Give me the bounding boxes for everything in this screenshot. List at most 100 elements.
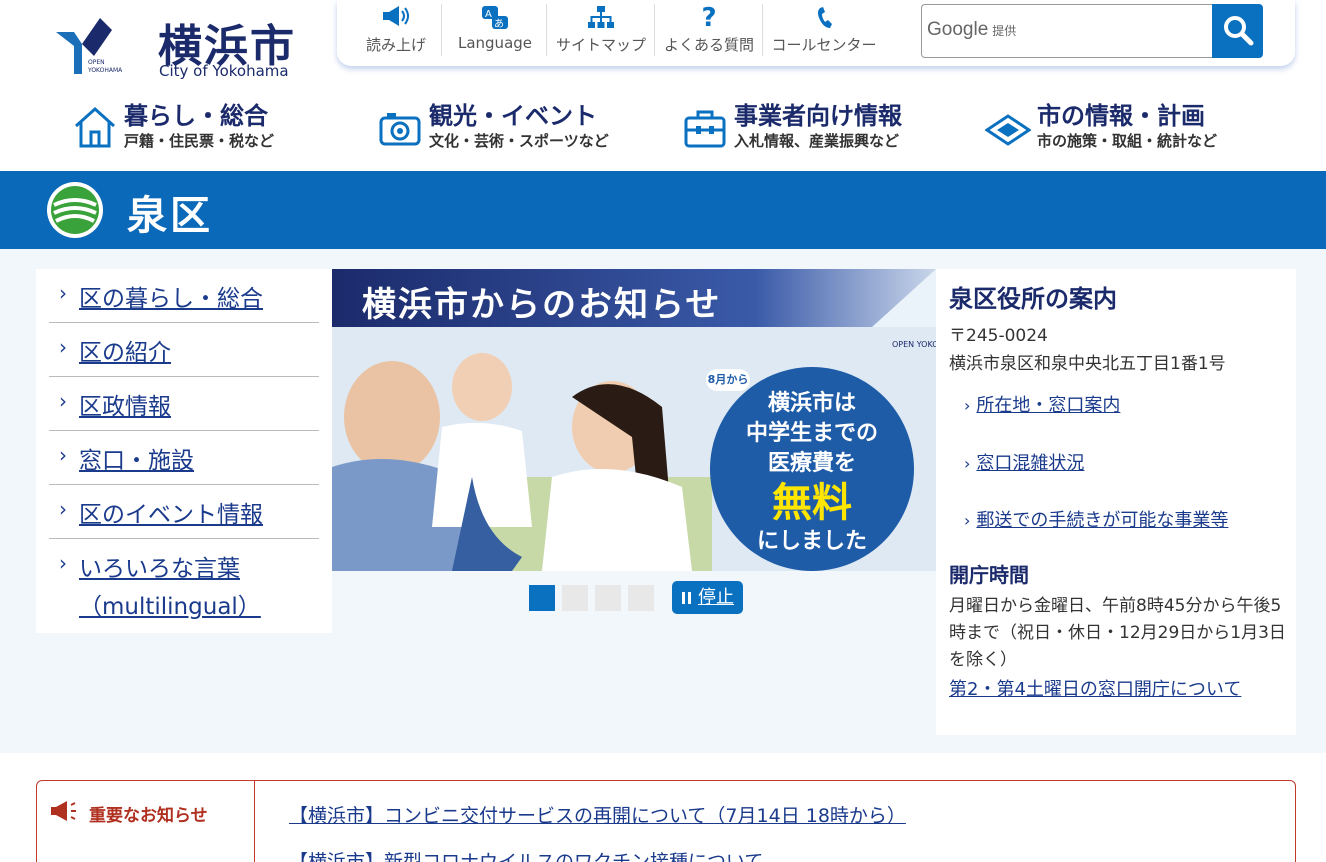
faq-button[interactable]: ? よくある質問 [659, 0, 759, 60]
carousel-logo: OPEN YOKOHAMA [892, 340, 936, 349]
carousel-stop-button[interactable]: 停止 [672, 581, 743, 614]
ward-office-info: 泉区役所の案内 〒245-0024 横浜市泉区和泉中央北五丁目1番1号 › 所在地… [936, 269, 1296, 735]
ward-menu-link[interactable]: 窓口・施設 [79, 441, 194, 481]
sitemap-button[interactable]: サイトマップ [551, 0, 651, 60]
svg-text:A: A [485, 9, 492, 20]
house-icon [74, 106, 116, 148]
ward-name: 泉区 [127, 193, 213, 239]
ward-menu: › 区の暮らし・総合 › 区の紹介 › 区政情報 › 窓口・施設 › 区のイベン… [36, 269, 332, 633]
search-icon [1223, 15, 1253, 45]
office-link-location[interactable]: › 所在地・窓口案内 [964, 391, 1120, 417]
svg-text:YOKOHAMA: YOKOHAMA [87, 67, 123, 74]
chevron-right-icon: › [59, 389, 67, 413]
language-button[interactable]: Aあ Language [447, 0, 543, 60]
chevron-right-icon: › [59, 335, 67, 359]
news-carousel[interactable]: 横浜市からのお知らせ OPEN YOKOHAMA 8月から 横浜市は 中学生まで… [332, 269, 936, 571]
nav-tourism[interactable]: 観光・イベント 文化・芸術・スポーツなど [377, 94, 637, 158]
nav-living[interactable]: 暮らし・総合 戸籍・住民票・税など [72, 94, 322, 158]
chevron-right-icon: › [59, 443, 67, 467]
nav-business-sub: 入札情報、産業振興など [734, 132, 900, 150]
read-aloud-button[interactable]: 読み上げ [351, 0, 441, 60]
call-center-button[interactable]: コールセンター [767, 0, 881, 60]
ward-menu-item-events[interactable]: › 区のイベント情報 [49, 485, 319, 539]
faq-label: よくある質問 [663, 36, 754, 54]
carousel-dot-4[interactable] [628, 585, 654, 611]
ward-menu-link[interactable]: 区政情報 [79, 387, 171, 427]
ward-menu-item-government[interactable]: › 区政情報 [49, 377, 319, 431]
office-link-congestion[interactable]: › 窓口混雑状況 [964, 449, 1084, 475]
briefcase-icon [684, 110, 726, 148]
nav-city-info-title: 市の情報・計画 [1037, 102, 1205, 130]
megaphone-icon [51, 801, 76, 821]
badge-free: 無料 [772, 480, 852, 526]
office-title: 泉区役所の案内 [949, 285, 1117, 313]
office-link-postal-procedures[interactable]: › 郵送での手続きが可能な事業等 [964, 506, 1228, 532]
ward-menu-item-intro[interactable]: › 区の紹介 [49, 323, 319, 377]
logo-english: City of Yokohama [159, 62, 289, 80]
carousel-stop-label: 停止 [698, 587, 734, 608]
ward-menu-link-sub[interactable]: （multilingual） [79, 587, 261, 627]
nav-city-info[interactable]: 市の情報・計画 市の施策・取組・統計など [985, 94, 1245, 158]
search-button[interactable] [1212, 4, 1263, 58]
diamond-icon [985, 114, 1031, 146]
ward-menu-link[interactable]: 区の紹介 [79, 333, 171, 373]
carousel-dot-3[interactable] [595, 585, 621, 611]
svg-text:OPEN: OPEN [88, 59, 105, 66]
nav-city-info-sub: 市の施策・取組・統計など [1037, 132, 1218, 150]
carousel-dot-1[interactable] [529, 585, 555, 611]
language-icon: Aあ [447, 0, 543, 34]
badge-tag: 8月から [706, 369, 750, 391]
ward-emblem-icon [47, 182, 103, 238]
carousel-heading: 横浜市からのお知らせ [362, 285, 722, 325]
question-icon: ? [701, 3, 717, 33]
important-notice: 重要なお知らせ 【横浜市】コンビニ交付サービスの再開について（7月14日 18時… [36, 780, 1296, 862]
chevron-right-icon: › [964, 511, 971, 530]
nav-business-title: 事業者向け情報 [734, 102, 902, 130]
ward-menu-link[interactable]: 区のイベント情報 [79, 495, 263, 535]
nav-living-sub: 戸籍・住民票・税など [124, 132, 275, 150]
main-content: › 区の暮らし・総合 › 区の紹介 › 区政情報 › 窓口・施設 › 区のイベン… [0, 249, 1326, 753]
nav-tourism-title: 観光・イベント [429, 102, 597, 130]
office-address: 横浜市泉区和泉中央北五丁目1番1号 [949, 354, 1226, 374]
read-aloud-label: 読み上げ [365, 36, 426, 54]
chevron-right-icon: › [59, 281, 67, 305]
chevron-right-icon: › [59, 497, 67, 521]
ward-menu-link[interactable]: いろいろな言葉 [79, 549, 240, 589]
ward-menu-item-living[interactable]: › 区の暮らし・総合 [49, 275, 319, 323]
city-logo[interactable]: OPEN YOKOHAMA 横浜市 City of Yokohama [52, 10, 312, 82]
notice-item[interactable]: 【横浜市】新型コロナウイルスのワクチン接種について [289, 847, 763, 862]
office-hours-text: 月曜日から金曜日、午前8時45分から午後5時まで（祝日・休日・12月29日から1… [949, 596, 1286, 670]
ward-menu-item-multilingual[interactable]: › いろいろな言葉 （multilingual） [49, 539, 319, 629]
utility-bar: 読み上げ Aあ Language サイトマップ ? よくある質問 コールセンター… [337, 0, 1295, 66]
phone-icon [767, 0, 881, 34]
chevron-right-icon: › [964, 396, 971, 415]
notice-item[interactable]: 【横浜市】コンビニ交付サービスの再開について（7月14日 18時から） [289, 801, 906, 828]
site-search: Google 提供 [921, 4, 1263, 58]
notice-header: 重要なお知らせ [37, 781, 255, 862]
divider [546, 4, 547, 56]
camera-icon [379, 113, 421, 146]
pause-icon [682, 592, 692, 604]
language-label: Language [457, 34, 533, 52]
badge-text: 横浜市は 中学生までの 医療費を 無料 にしました [710, 389, 914, 557]
saturday-opening-link[interactable]: 第2・第4土曜日の窓口開庁について [949, 675, 1241, 701]
office-postal: 〒245-0024 [949, 326, 1048, 346]
ward-menu-item-facilities[interactable]: › 窓口・施設 [49, 431, 319, 485]
divider [654, 4, 655, 56]
ward-menu-link[interactable]: 区の暮らし・総合 [79, 279, 263, 319]
carousel-dot-2[interactable] [562, 585, 588, 611]
sitemap-label: サイトマップ [555, 36, 646, 54]
call-center-label: コールセンター [771, 36, 877, 54]
nav-tourism-sub: 文化・芸術・スポーツなど [429, 132, 609, 150]
office-hours-title: 開庁時間 [949, 563, 1029, 587]
chevron-right-icon: › [964, 454, 971, 473]
yokohama-logo-icon: OPEN YOKOHAMA [56, 18, 123, 74]
divider [441, 4, 442, 56]
sitemap-icon [551, 0, 651, 34]
notice-title: 重要なお知らせ [89, 806, 208, 826]
svg-text:あ: あ [494, 18, 504, 30]
nav-business[interactable]: 事業者向け情報 入札情報、産業振興など [682, 94, 942, 158]
nav-living-title: 暮らし・総合 [124, 102, 268, 130]
speaker-icon [351, 0, 441, 34]
search-provider: Google 提供 [927, 19, 1017, 40]
